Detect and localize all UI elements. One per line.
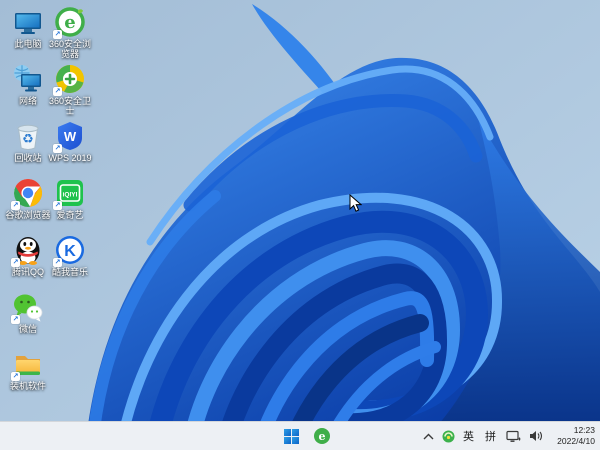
icon-label: 谷歌浏览器 xyxy=(5,210,51,220)
desktop-icon-360-safety[interactable]: ↗ 360安全卫士 xyxy=(46,63,94,117)
360-browser-taskbar-icon: e xyxy=(314,428,330,444)
360-safety-icon: ↗ xyxy=(53,63,86,96)
shortcut-arrow-icon: ↗ xyxy=(53,258,62,267)
windows-logo-icon xyxy=(283,428,299,444)
desktop-icon-recycle-bin[interactable]: ♻ 回收站 xyxy=(4,120,52,163)
folder-icon: ↗ xyxy=(11,348,44,381)
svg-text:W: W xyxy=(64,129,77,144)
desktop-icon-network[interactable]: 网络 xyxy=(4,63,52,106)
taskbar-center-group: e xyxy=(280,422,333,450)
tray-chevron-up-icon[interactable] xyxy=(423,433,434,440)
qq-icon: ↗ xyxy=(11,234,44,267)
desktop-icon-this-pc[interactable]: 此电脑 xyxy=(4,6,52,49)
desktop-icon-360-browser[interactable]: e ↗ 360安全浏览器 xyxy=(46,6,94,60)
icon-label: 酷我音乐 xyxy=(51,267,88,277)
taskbar-clock[interactable]: 12:23 2022/4/10 xyxy=(551,425,595,447)
ime-language-indicator[interactable]: 英 xyxy=(463,428,474,444)
chrome-icon: ↗ xyxy=(11,177,44,210)
shortcut-arrow-icon: ↗ xyxy=(53,144,62,153)
icon-label: 装机软件 xyxy=(9,381,46,391)
icon-label: 微信 xyxy=(18,324,37,334)
desktop-icon-wechat[interactable]: ↗ 微信 xyxy=(4,291,52,334)
icon-label: 360安全卫士 xyxy=(48,96,92,117)
pinned-360-browser-button[interactable]: e xyxy=(311,424,333,448)
360-tray-icon[interactable] xyxy=(442,430,455,443)
icon-label: 腾讯QQ xyxy=(11,267,44,277)
desktop-icon-iqiyi[interactable]: iQIYI ↗ 爱奇艺 xyxy=(46,177,94,220)
shortcut-arrow-icon: ↗ xyxy=(11,372,20,381)
taskbar: e 英 拼 12:23 2022/4/10 xyxy=(0,421,600,450)
icon-label: WPS 2019 xyxy=(48,153,92,163)
desktop-icon-software-folder[interactable]: ↗ 装机软件 xyxy=(4,348,52,391)
shortcut-arrow-icon: ↗ xyxy=(53,30,62,39)
icon-label: 此电脑 xyxy=(14,39,42,49)
shortcut-arrow-icon: ↗ xyxy=(53,87,62,96)
mouse-cursor xyxy=(349,194,362,212)
start-button[interactable] xyxy=(280,424,302,448)
svg-text:K: K xyxy=(64,243,76,260)
system-tray: 英 拼 12:23 2022/4/10 xyxy=(423,422,595,450)
desktop-icon-wps-2019[interactable]: W ↗ WPS 2019 xyxy=(46,120,94,163)
ime-pinyin-indicator[interactable]: 拼 xyxy=(485,428,496,444)
shortcut-arrow-icon: ↗ xyxy=(11,258,20,267)
clock-time: 12:23 xyxy=(573,424,595,435)
svg-text:iQIYI: iQIYI xyxy=(63,192,78,199)
clock-date: 2022/4/10 xyxy=(557,436,595,446)
icon-label: 网络 xyxy=(18,96,37,106)
iqiyi-icon: iQIYI ↗ xyxy=(53,177,86,210)
icon-label: 360安全浏览器 xyxy=(48,39,92,60)
wps-icon: W ↗ xyxy=(53,120,86,153)
shortcut-arrow-icon: ↗ xyxy=(53,201,62,210)
shortcut-arrow-icon: ↗ xyxy=(11,201,20,210)
desktop-icon-kuwo-music[interactable]: K ↗ 酷我音乐 xyxy=(46,234,94,277)
desktop-icon-qq[interactable]: ↗ 腾讯QQ xyxy=(4,234,52,277)
network-icon xyxy=(12,63,44,95)
wechat-icon: ↗ xyxy=(11,291,44,324)
svg-text:♻: ♻ xyxy=(22,131,34,146)
icon-label: 爱奇艺 xyxy=(56,210,84,220)
svg-text:e: e xyxy=(64,12,75,33)
desktop-icon-chrome[interactable]: ↗ 谷歌浏览器 xyxy=(4,177,52,220)
network-tray-icon[interactable] xyxy=(506,430,521,443)
this-pc-icon xyxy=(12,6,44,38)
kuwo-music-icon: K ↗ xyxy=(53,234,86,267)
360-browser-icon: e ↗ xyxy=(53,6,86,39)
icon-label: 回收站 xyxy=(14,153,42,163)
shortcut-arrow-icon: ↗ xyxy=(11,315,20,324)
volume-tray-icon[interactable] xyxy=(529,430,543,442)
recycle-bin-icon: ♻ xyxy=(12,120,44,152)
